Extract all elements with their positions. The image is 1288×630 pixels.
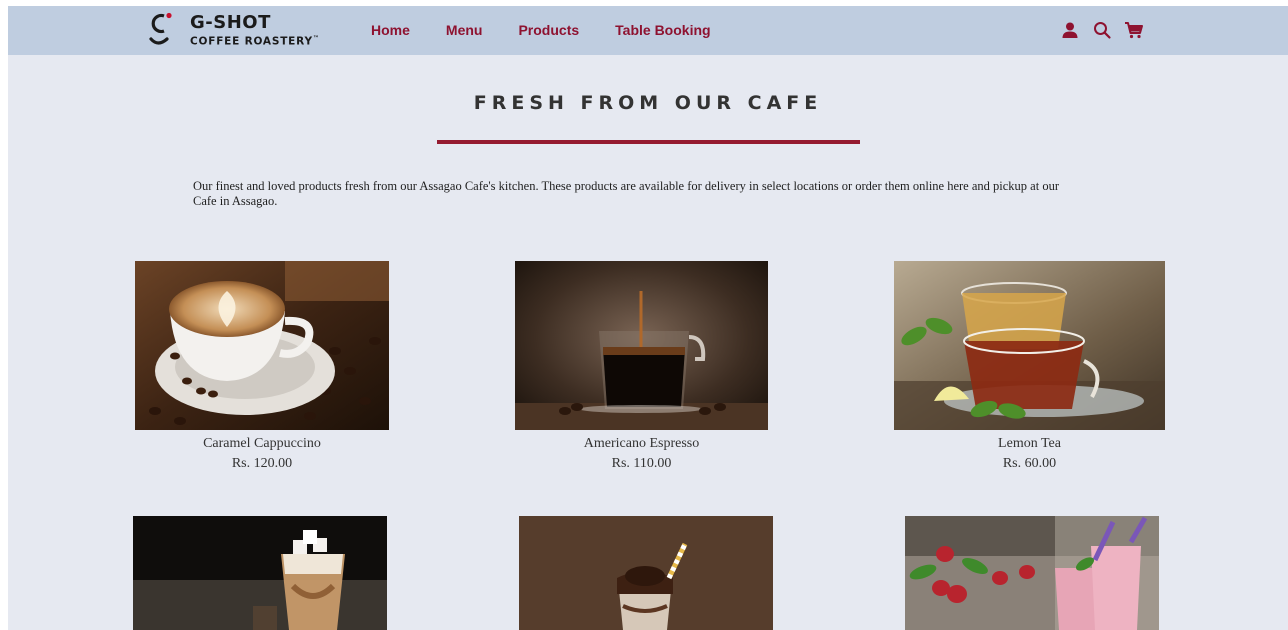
- product-name: Lemon Tea: [998, 436, 1061, 451]
- product-card[interactable]: [519, 516, 773, 630]
- navbar: G-SHOT COFFEE ROASTERY™ Home Menu Produc…: [8, 6, 1288, 55]
- product-name: Americano Espresso: [583, 436, 700, 451]
- search-icon[interactable]: [1092, 20, 1112, 40]
- product-card[interactable]: [133, 516, 387, 630]
- trademark-mark: ™: [312, 35, 320, 42]
- brand-tagline-text: COFFEE ROASTERY: [190, 35, 313, 48]
- title-underline: [437, 140, 860, 144]
- product-card[interactable]: Lemon Tea Rs. 60.00: [894, 261, 1165, 472]
- logo-mark-icon: [149, 12, 172, 45]
- product-price: Rs. 120.00: [231, 456, 293, 471]
- user-icon[interactable]: [1060, 20, 1080, 40]
- brand-tagline: COFFEE ROASTERY™: [190, 35, 320, 48]
- product-price: Rs. 110.00: [611, 456, 672, 471]
- strawberry-smoothie-image: [905, 516, 1159, 630]
- caramel-cappuccino-image: [135, 261, 389, 430]
- product-name: Caramel Cappuccino: [203, 436, 321, 451]
- nav-icons: [1060, 20, 1144, 40]
- product-card[interactable]: Caramel Cappuccino Rs. 120.00: [135, 261, 389, 472]
- main-nav: Home Menu Products Table Booking: [371, 22, 747, 38]
- brand-logo[interactable]: G-SHOT COFFEE ROASTERY™: [148, 10, 328, 52]
- chocolate-milkshake-image: [519, 516, 773, 630]
- cart-icon[interactable]: [1124, 20, 1144, 40]
- page: G-SHOT COFFEE ROASTERY™ Home Menu Produc…: [8, 6, 1288, 630]
- nav-link-products[interactable]: Products: [518, 22, 579, 38]
- brand-name: G-SHOT: [190, 12, 271, 33]
- product-price: Rs. 60.00: [1002, 456, 1057, 471]
- nav-link-menu[interactable]: Menu: [446, 22, 483, 38]
- section-intro: Our finest and loved products fresh from…: [193, 179, 1059, 208]
- product-card[interactable]: [905, 516, 1159, 630]
- lemon-tea-image: [894, 261, 1165, 430]
- americano-espresso-image: [515, 261, 768, 430]
- nav-link-home[interactable]: Home: [371, 22, 410, 38]
- iced-coffee-image: [133, 516, 387, 630]
- section-title: FRESH FROM OUR CAFE: [473, 92, 823, 114]
- product-card[interactable]: Americano Espresso Rs. 110.00: [515, 261, 768, 472]
- nav-link-table-booking[interactable]: Table Booking: [615, 22, 710, 38]
